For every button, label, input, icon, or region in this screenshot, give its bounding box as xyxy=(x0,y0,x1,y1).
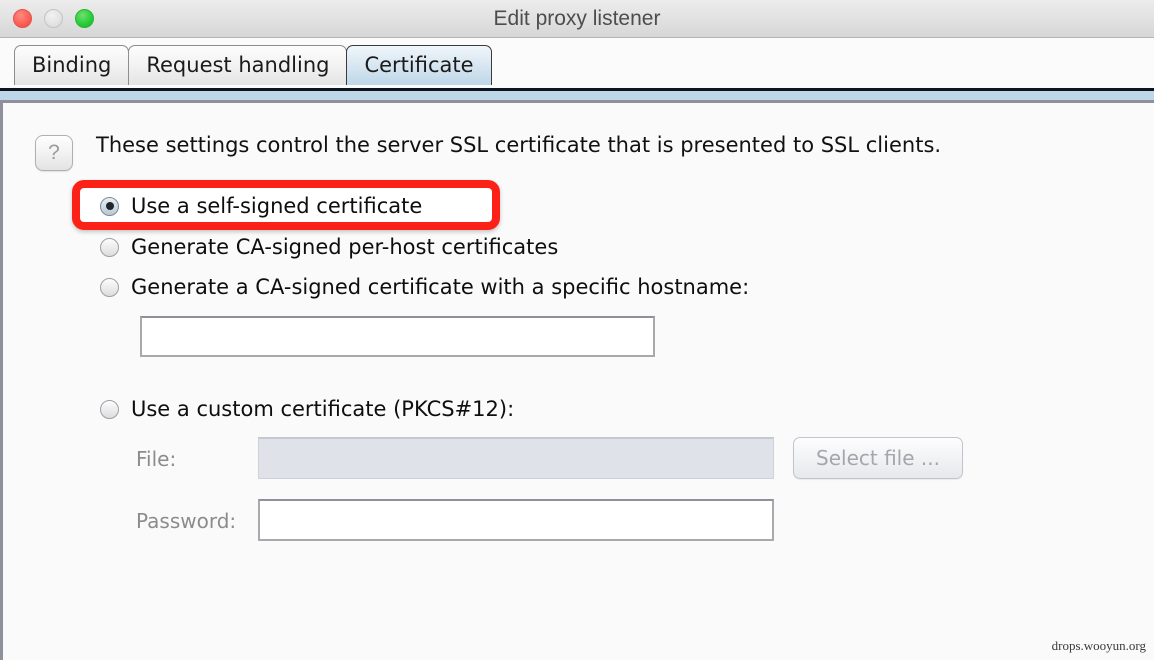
file-label: File: xyxy=(136,447,176,471)
panel-left-border xyxy=(0,103,3,660)
password-input[interactable] xyxy=(258,499,774,541)
edit-proxy-listener-window: Edit proxy listener Binding Request hand… xyxy=(0,0,1154,660)
window-title: Edit proxy listener xyxy=(0,0,1154,37)
panel-top-border xyxy=(0,100,1154,103)
intro-text: These settings control the server SSL ce… xyxy=(96,133,941,157)
radio-ca-signed-per-host[interactable] xyxy=(100,238,119,257)
option-ca-signed-per-host-label: Generate CA-signed per-host certificates xyxy=(131,235,558,259)
tab-underline-accent xyxy=(0,91,1154,100)
password-label: Password: xyxy=(136,509,236,533)
option-custom-certificate[interactable]: Use a custom certificate (PKCS#12): xyxy=(100,397,514,421)
window-titlebar: Edit proxy listener xyxy=(0,0,1154,38)
option-self-signed[interactable]: Use a self-signed certificate xyxy=(100,194,422,218)
radio-self-signed[interactable] xyxy=(100,197,119,216)
tab-certificate[interactable]: Certificate xyxy=(346,45,491,85)
radio-custom-certificate[interactable] xyxy=(100,400,119,419)
option-custom-certificate-label: Use a custom certificate (PKCS#12): xyxy=(131,397,514,421)
option-ca-signed-hostname[interactable]: Generate a CA-signed certificate with a … xyxy=(100,275,749,299)
watermark: drops.wooyun.org xyxy=(1052,638,1146,654)
radio-ca-signed-hostname[interactable] xyxy=(100,278,119,297)
select-file-button[interactable]: Select file ... xyxy=(793,437,963,479)
tab-binding[interactable]: Binding xyxy=(14,45,129,85)
help-icon[interactable]: ? xyxy=(35,135,73,171)
tab-list: Binding Request handling Certificate xyxy=(14,45,491,85)
hostname-input[interactable] xyxy=(140,316,655,357)
tab-bar: Binding Request handling Certificate xyxy=(0,38,1154,91)
option-self-signed-label: Use a self-signed certificate xyxy=(131,194,422,218)
option-ca-signed-hostname-label: Generate a CA-signed certificate with a … xyxy=(131,275,749,299)
file-input[interactable] xyxy=(258,437,774,479)
option-ca-signed-per-host[interactable]: Generate CA-signed per-host certificates xyxy=(100,235,558,259)
tab-request-handling[interactable]: Request handling xyxy=(128,45,347,85)
